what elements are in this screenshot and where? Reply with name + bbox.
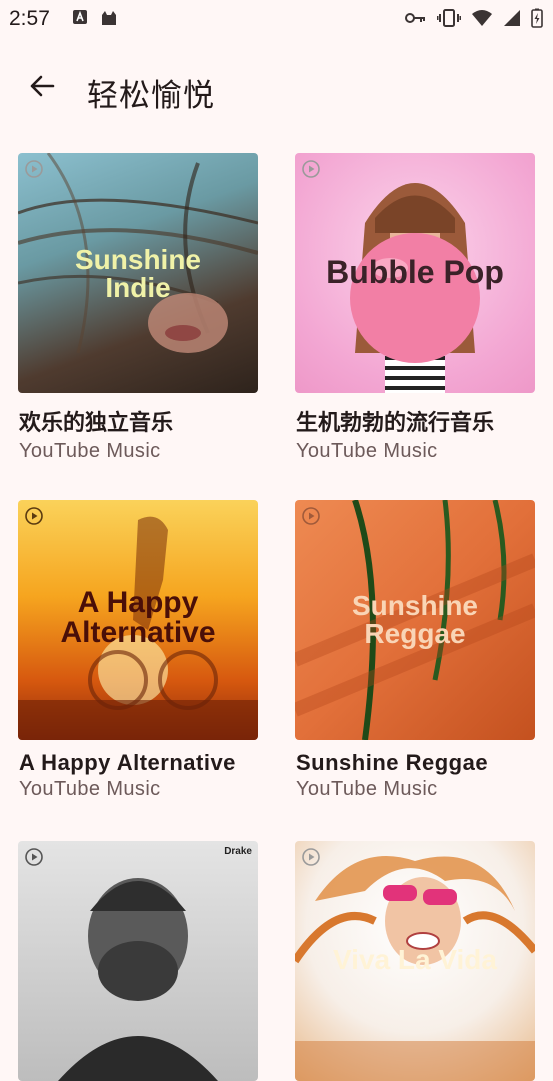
app-bar: 轻松愉悦 — [0, 52, 553, 124]
playlist-thumbnail[interactable]: Viva La Vida — [295, 841, 535, 1081]
play-circle-icon — [302, 848, 320, 866]
playlist-title[interactable]: 生机勃勃的流行音乐 — [296, 405, 494, 437]
key-icon — [405, 11, 427, 30]
playlist-title[interactable]: 欢乐的独立音乐 — [19, 405, 173, 437]
artwork-text: Sunshine Reggae — [351, 590, 478, 649]
play-circle-icon — [302, 160, 320, 178]
back-button[interactable] — [22, 68, 62, 108]
play-circle-icon — [302, 507, 320, 525]
playlist-thumbnail[interactable]: A Happy Alternative — [18, 500, 258, 740]
playlist-title[interactable]: Sunshine Reggae — [296, 750, 488, 776]
artwork-text: Bubble Pop — [326, 254, 504, 290]
vibrate-icon — [436, 8, 462, 33]
playlist-card[interactable]: Drake — [18, 841, 258, 1081]
playlist-card[interactable]: A Happy Alternative A Happy Alternative … — [18, 500, 258, 800]
status-time: 2:57 — [9, 7, 50, 30]
playlist-card[interactable]: Viva La Vida — [295, 841, 535, 1081]
playlist-subtitle: YouTube Music — [296, 440, 438, 462]
playlist-thumbnail[interactable]: Drake — [18, 841, 258, 1081]
playlist-card[interactable]: Bubble Pop 生机勃勃的流行音乐 YouTube Music — [295, 153, 535, 462]
signal-icon — [503, 9, 521, 32]
playlist-thumbnail[interactable]: Sunshine Indie — [18, 153, 258, 393]
artwork-text: Viva La Vida — [333, 944, 497, 975]
playlist-title[interactable]: A Happy Alternative — [19, 750, 236, 776]
artwork-text: Drake — [224, 846, 252, 857]
playlist-card[interactable]: Sunshine Reggae Sunshine Reggae YouTube … — [295, 500, 535, 800]
cat-icon — [100, 9, 118, 32]
page-title: 轻松愉悦 — [87, 78, 215, 114]
play-circle-icon — [25, 160, 43, 178]
playlist-subtitle: YouTube Music — [19, 440, 161, 462]
artwork-text: A Happy Alternative — [60, 586, 216, 649]
playlist-card[interactable]: Sunshine Indie 欢乐的独立音乐 YouTube Music — [18, 153, 258, 462]
playlist-subtitle: YouTube Music — [19, 778, 161, 800]
play-circle-icon — [25, 507, 43, 525]
playlist-thumbnail[interactable]: Bubble Pop — [295, 153, 535, 393]
playlist-thumbnail[interactable]: Sunshine Reggae — [295, 500, 535, 740]
playlist-subtitle: YouTube Music — [296, 778, 438, 800]
artwork-text: Sunshine Indie — [74, 244, 201, 303]
font-a-icon — [72, 9, 88, 32]
battery-charging-icon — [531, 8, 543, 33]
play-circle-icon — [25, 848, 43, 866]
status-bar: 2:57 — [0, 0, 553, 38]
arrow-left-icon — [28, 72, 56, 105]
wifi-icon — [471, 9, 493, 32]
